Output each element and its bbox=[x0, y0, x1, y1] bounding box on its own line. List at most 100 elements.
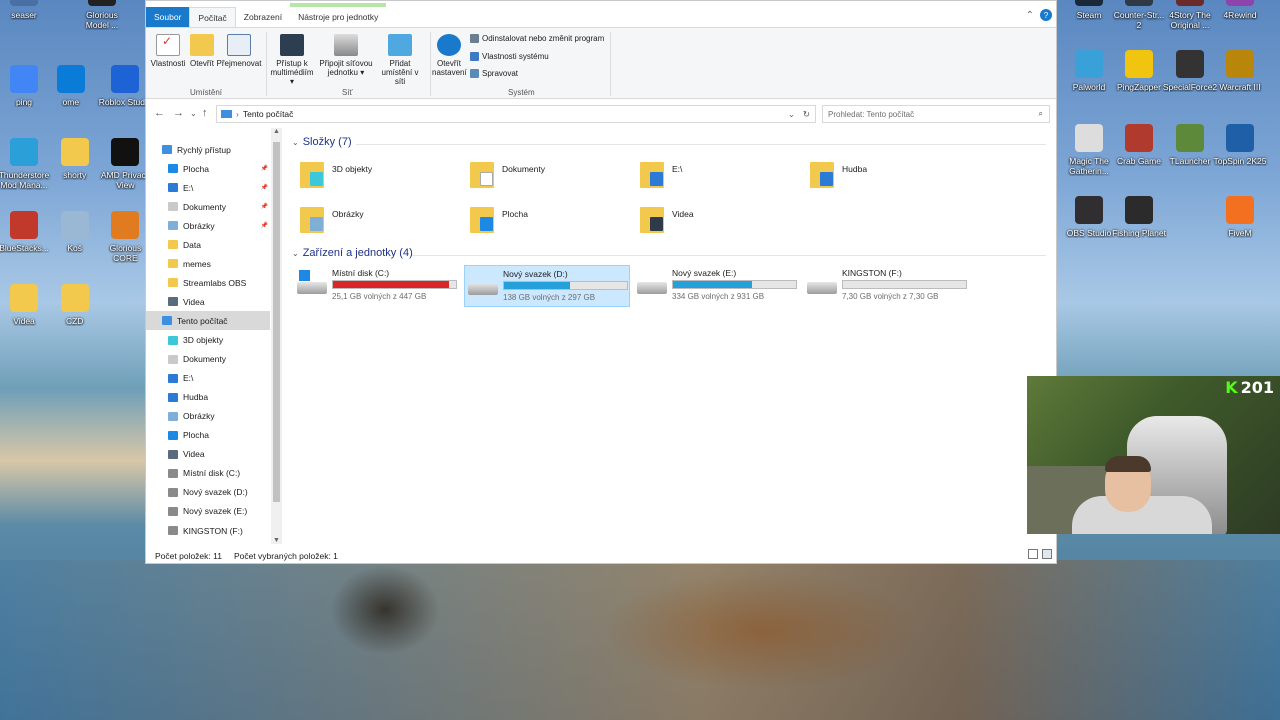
desktop-icon[interactable]: seaser bbox=[0, 0, 52, 20]
address-bar[interactable]: › Tento počítač ⌄ ↻ bbox=[216, 105, 816, 123]
desktop-icon[interactable]: Koš bbox=[47, 211, 103, 253]
nav-item[interactable]: 3D objekty bbox=[146, 331, 270, 350]
nav-item[interactable]: Videa bbox=[146, 445, 270, 464]
pin-icon[interactable]: 📌 bbox=[261, 222, 268, 229]
add-network-location-button[interactable]: Přidat umístění v síti bbox=[376, 32, 424, 86]
drive-item[interactable]: KINGSTON (F:) 7,30 GB volných z 7,30 GB bbox=[804, 265, 970, 307]
nav-pane-scrollbar[interactable]: ▲ ▼ bbox=[271, 128, 282, 544]
drive-usage-bar bbox=[503, 281, 628, 290]
nav-item[interactable]: Obrázky 📌 bbox=[146, 216, 270, 235]
recent-locations-chevron-icon[interactable]: ⌄ bbox=[190, 109, 197, 118]
open-button[interactable]: Otevřít bbox=[188, 32, 216, 68]
tab-computer[interactable]: Počítač bbox=[189, 7, 236, 27]
pin-icon[interactable]: 📌 bbox=[261, 165, 268, 172]
large-icons-view-icon[interactable] bbox=[1042, 549, 1052, 559]
nav-item[interactable]: E:\ bbox=[146, 369, 270, 388]
nav-item[interactable]: Rychlý přístup bbox=[146, 140, 270, 159]
desktop-icon[interactable]: Counter-Str... 2 bbox=[1111, 0, 1167, 30]
pin-icon[interactable]: 📌 bbox=[261, 184, 268, 191]
desktop-icon[interactable]: Magic The Gatherin... bbox=[1061, 124, 1117, 176]
nav-item[interactable]: Místní disk (C:) bbox=[146, 464, 270, 483]
desktop-icon[interactable]: BlueStacks... bbox=[0, 211, 52, 253]
nav-item[interactable]: Videa bbox=[146, 292, 270, 311]
details-view-icon[interactable] bbox=[1028, 549, 1038, 559]
folder-item[interactable]: Dokumenty bbox=[470, 158, 630, 200]
nav-item[interactable]: Data bbox=[146, 235, 270, 254]
up-arrow-icon[interactable]: ↑ bbox=[202, 107, 208, 119]
folder-item[interactable]: Hudba bbox=[810, 158, 970, 200]
nav-item[interactable]: Plocha 📌 bbox=[146, 159, 270, 178]
back-arrow-icon[interactable]: ← bbox=[154, 107, 165, 119]
desktop-icon[interactable]: Thunderstore Mod Mana... bbox=[0, 138, 52, 190]
desktop-icon[interactable]: PingZapper bbox=[1111, 50, 1167, 92]
scroll-down-icon[interactable]: ▼ bbox=[273, 537, 280, 544]
desktop-icon[interactable]: Palworld bbox=[1061, 50, 1117, 92]
app-icon bbox=[1176, 0, 1204, 6]
scrollbar-thumb[interactable] bbox=[273, 142, 280, 502]
address-dropdown-icon[interactable]: ⌄ bbox=[788, 109, 795, 120]
desktop-icon[interactable]: CZD bbox=[47, 284, 103, 326]
collapse-chevron-icon: ⌄ bbox=[292, 137, 299, 147]
nav-item[interactable]: KINGSTON (F:) bbox=[146, 521, 270, 540]
scroll-up-icon[interactable]: ▲ bbox=[273, 128, 280, 135]
desktop-icon[interactable]: Steam bbox=[1061, 0, 1117, 20]
desktop-icon[interactable]: FiveM bbox=[1212, 196, 1268, 238]
nav-item[interactable]: Nový svazek (E:) bbox=[146, 502, 270, 521]
group-separator bbox=[610, 32, 611, 96]
folders-section-header[interactable]: ⌄ Složky (7) bbox=[292, 136, 352, 148]
desktop-icon[interactable]: TopSpin 2K25 bbox=[1212, 124, 1268, 166]
desktop-icon[interactable]: ome bbox=[43, 65, 99, 107]
desktop-icon[interactable]: 4Story The Original ... bbox=[1162, 0, 1218, 30]
folder-item[interactable]: Plocha bbox=[470, 203, 630, 245]
nav-item[interactable]: Hudba bbox=[146, 388, 270, 407]
nav-item[interactable]: Tento počítač bbox=[146, 311, 270, 331]
desktop-icon[interactable]: shorty bbox=[47, 138, 103, 180]
desktop-icon[interactable]: Warcraft III bbox=[1212, 50, 1268, 92]
properties-button[interactable]: ✓ Vlastnosti bbox=[150, 32, 186, 68]
desktop-icon[interactable]: SpecialForce2 bbox=[1162, 50, 1218, 92]
nav-item[interactable]: Dokumenty 📌 bbox=[146, 197, 270, 216]
tab-view[interactable]: Zobrazení bbox=[236, 7, 290, 27]
pin-icon[interactable]: 📌 bbox=[261, 203, 268, 210]
help-icon[interactable]: ? bbox=[1040, 9, 1052, 21]
map-network-drive-button[interactable]: Připojit síťovou jednotku ▾ bbox=[318, 32, 374, 77]
drive-item[interactable]: Místní disk (C:) 25,1 GB volných z 447 GB bbox=[294, 265, 460, 307]
drive-usage-bar bbox=[672, 280, 797, 289]
tab-file[interactable]: Soubor bbox=[146, 7, 190, 27]
nav-item[interactable]: Dokumenty bbox=[146, 350, 270, 369]
desktop-icon[interactable]: Crab Game bbox=[1111, 124, 1167, 166]
nav-item[interactable]: Nový svazek (D:) bbox=[146, 483, 270, 502]
rename-button[interactable]: Přejmenovat bbox=[216, 32, 262, 68]
drives-section-header[interactable]: ⌄ Zařízení a jednotky (4) bbox=[292, 247, 413, 259]
nav-item[interactable]: memes bbox=[146, 254, 270, 273]
folder-item[interactable]: Obrázky bbox=[300, 203, 460, 245]
desktop-icon[interactable]: TLauncher bbox=[1162, 124, 1218, 166]
drive-item[interactable]: Nový svazek (D:) 138 GB volných z 297 GB bbox=[464, 265, 630, 307]
forward-arrow-icon[interactable]: → bbox=[173, 107, 184, 119]
desktop-icon[interactable]: Videa bbox=[0, 284, 52, 326]
desktop-icon[interactable]: OBS Studio bbox=[1061, 196, 1117, 238]
desktop-icon[interactable]: Fishing Planet bbox=[1111, 196, 1167, 238]
folder-item[interactable]: Videa bbox=[640, 203, 800, 245]
search-box[interactable]: Prohledat: Tento počítač ⌕ bbox=[822, 105, 1050, 123]
system-properties-button[interactable]: Vlastnosti systému bbox=[470, 52, 549, 61]
nav-item[interactable]: Streamlabs OBS bbox=[146, 273, 270, 292]
folder-item[interactable]: 3D objekty bbox=[300, 158, 460, 200]
desktop-icon[interactable]: Glorious Model ... bbox=[74, 0, 130, 30]
media-access-button[interactable]: Přístup k multimédiím ▾ bbox=[268, 32, 316, 86]
folder-item[interactable]: E:\ bbox=[640, 158, 800, 200]
nav-item[interactable]: E:\ 📌 bbox=[146, 178, 270, 197]
nav-item[interactable]: Plocha bbox=[146, 426, 270, 445]
breadcrumb-this-pc[interactable]: Tento počítač bbox=[243, 109, 294, 119]
uninstall-program-button[interactable]: Odinstalovat nebo změnit program bbox=[470, 34, 604, 43]
manage-button[interactable]: Spravovat bbox=[470, 69, 518, 78]
drive-item[interactable]: Nový svazek (E:) 334 GB volných z 931 GB bbox=[634, 265, 800, 307]
open-settings-button[interactable]: Otevřít nastavení bbox=[432, 32, 467, 77]
nav-item[interactable]: Obrázky bbox=[146, 407, 270, 426]
collapse-ribbon-icon[interactable]: ⌃ bbox=[1026, 10, 1034, 21]
desktop-icon-label: FiveM bbox=[1228, 228, 1252, 238]
refresh-icon[interactable]: ↻ bbox=[803, 109, 810, 120]
nav-item-icon bbox=[168, 487, 178, 497]
tab-drive-tools[interactable]: Nástroje pro jednotky bbox=[290, 3, 387, 27]
desktop-icon[interactable]: 4Rewind bbox=[1212, 0, 1268, 20]
